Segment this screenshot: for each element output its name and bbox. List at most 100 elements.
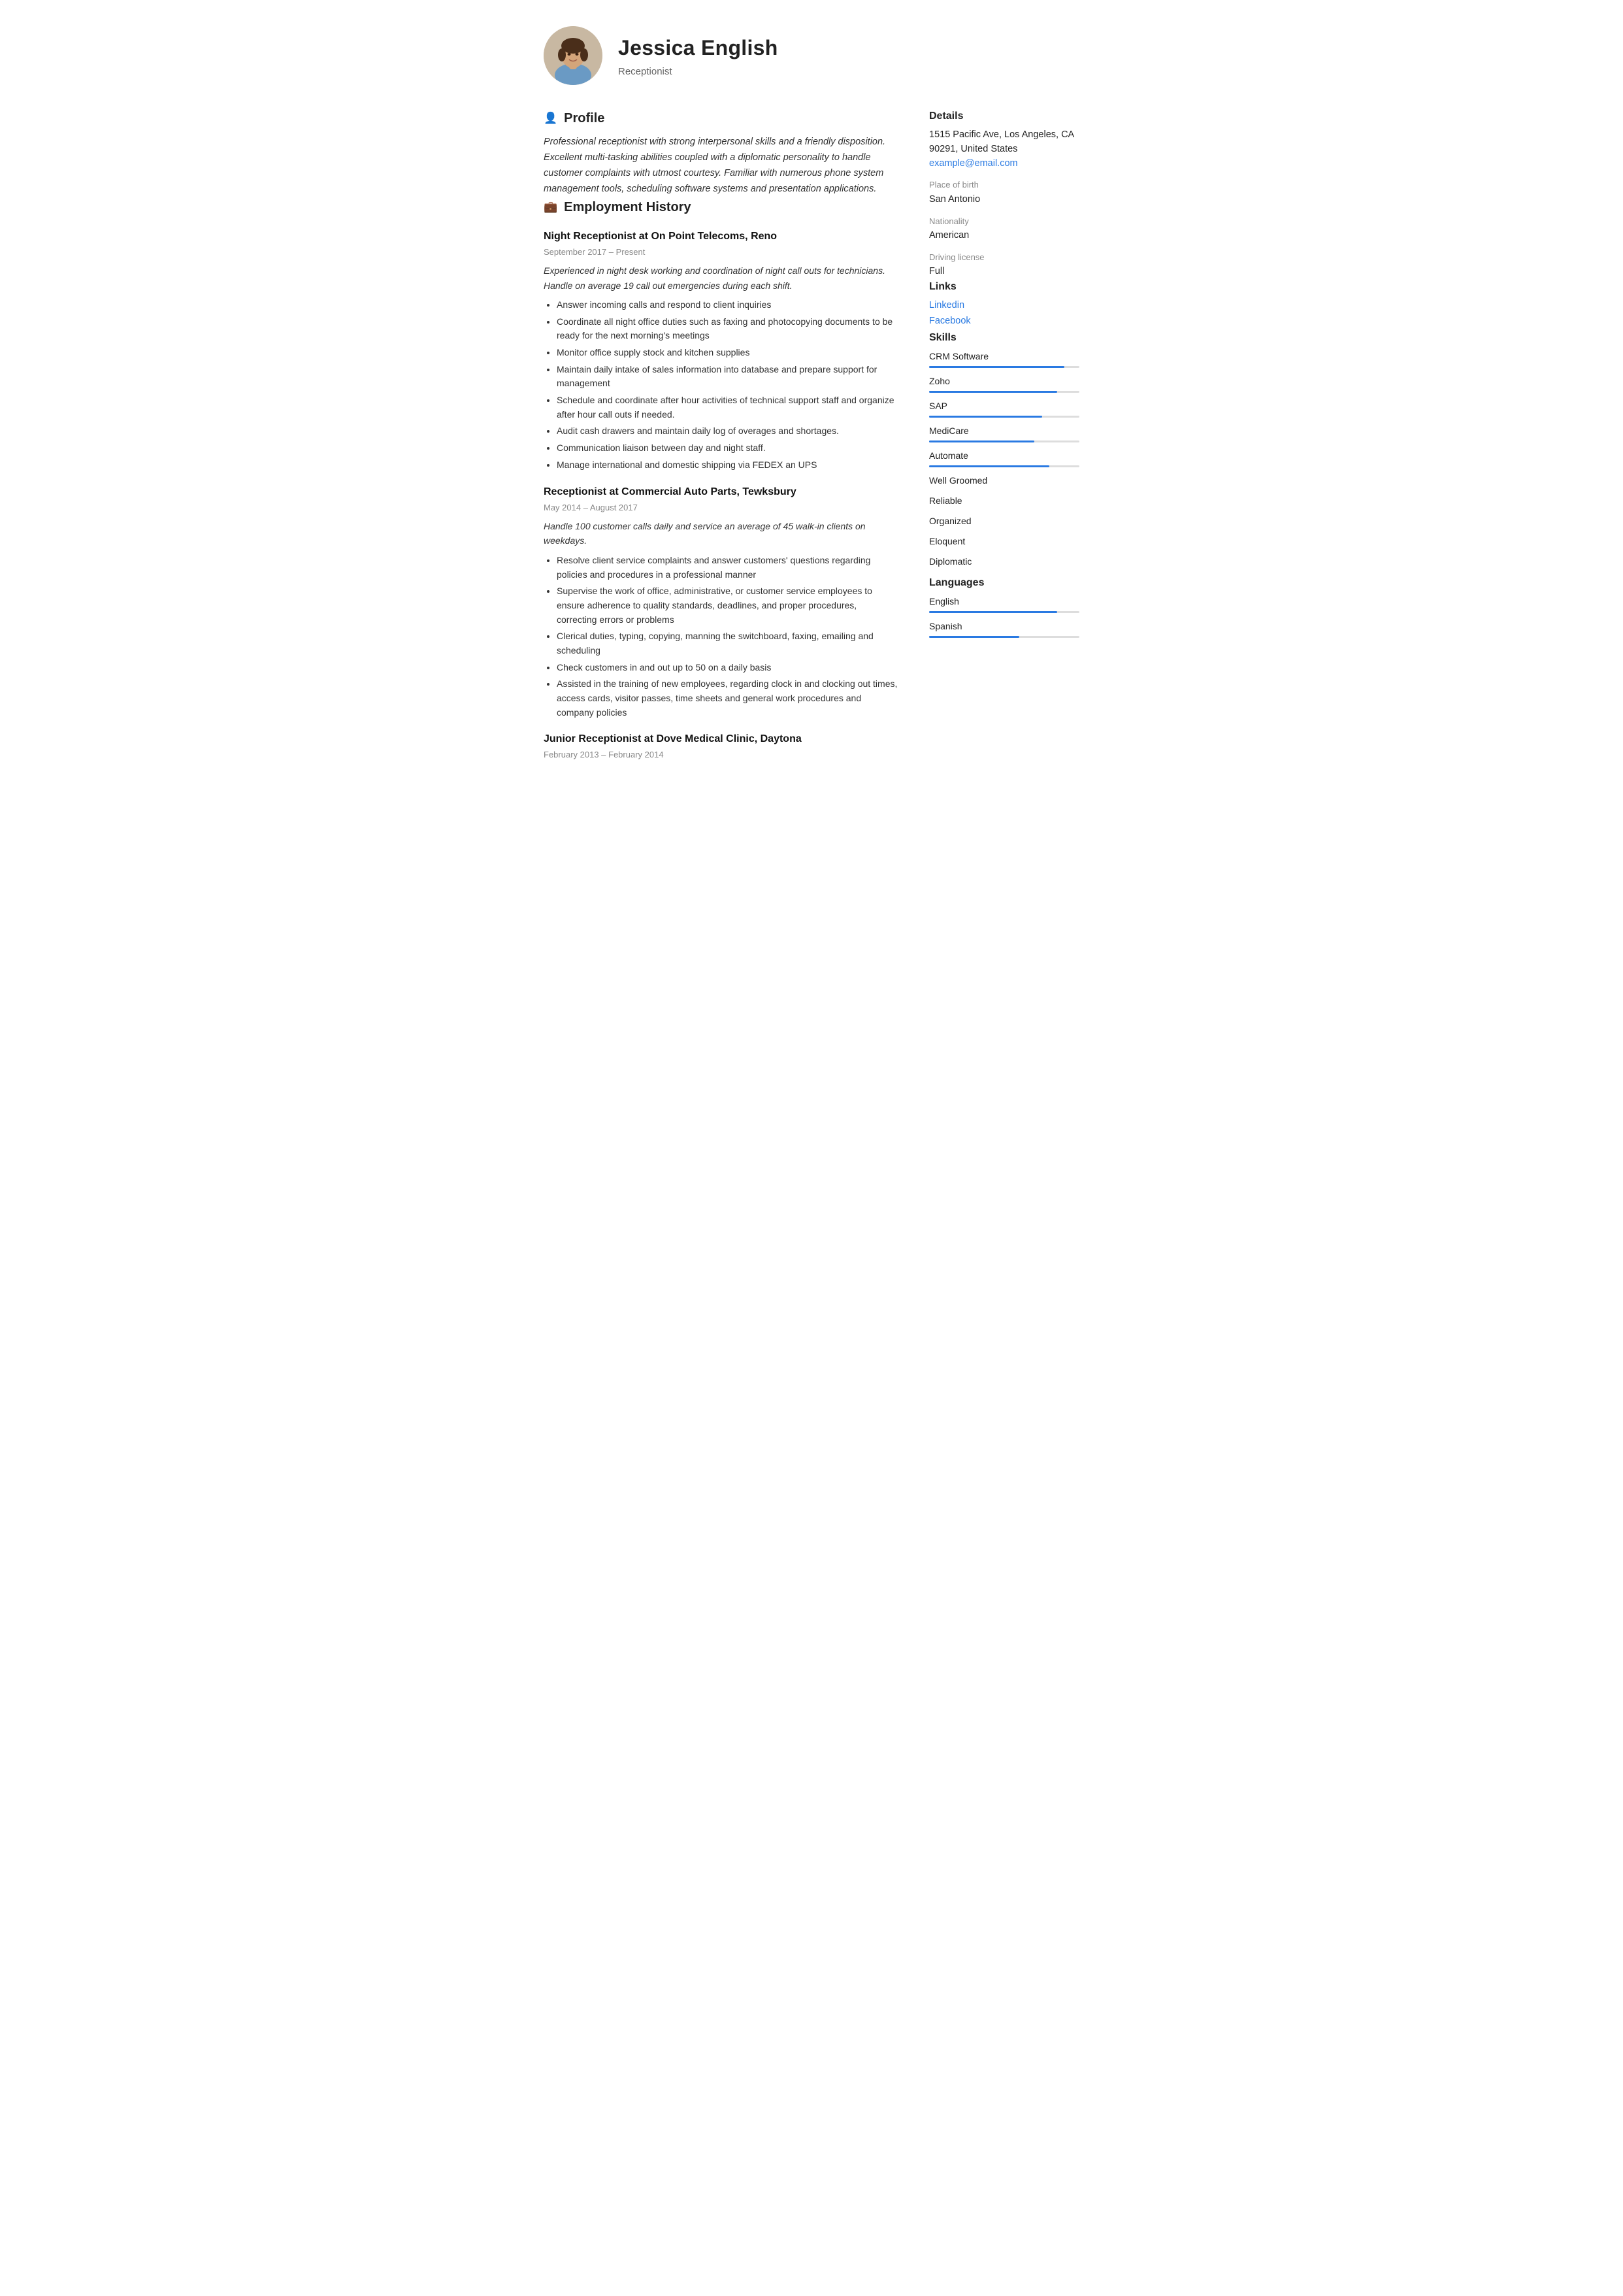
job-entry-2: Receptionist at Commercial Auto Parts, T… (544, 484, 898, 720)
list-item: Check customers in and out up to 50 on a… (557, 661, 898, 675)
links-title: Links (929, 279, 1079, 295)
nationality-label: Nationality (929, 215, 1079, 228)
skill-item: Organized (929, 514, 1079, 528)
details-section: Details 1515 Pacific Ave, Los Angeles, C… (929, 108, 1079, 279)
list-item: Communication liaison between day and ni… (557, 441, 898, 456)
skill-name: Reliable (929, 494, 1079, 508)
employment-icon: 💼 (544, 199, 557, 216)
avatar (544, 26, 602, 85)
list-item: Clerical duties, typing, copying, mannin… (557, 629, 898, 657)
resume-wrapper: Jessica English Receptionist 👤 Profile P… (517, 0, 1106, 793)
job-entry-3: Junior Receptionist at Dove Medical Clin… (544, 731, 898, 761)
job-summary-1: Experienced in night desk working and co… (544, 263, 898, 293)
profile-icon: 👤 (544, 110, 557, 127)
language-name: Spanish (929, 620, 1079, 633)
lang-bar-fill (929, 611, 1057, 613)
job-title-3: Junior Receptionist at Dove Medical Clin… (544, 731, 898, 747)
driving-license-label: Driving license (929, 251, 1079, 264)
candidate-subtitle: Receptionist (618, 65, 778, 80)
skill-bar-fill (929, 441, 1034, 442)
profile-section-title: 👤 Profile (544, 108, 898, 128)
link-linkedin[interactable]: Linkedin (929, 299, 1079, 313)
job-dates-1: September 2017 – Present (544, 246, 898, 259)
lang-bar-fill (929, 636, 1019, 638)
skill-name: Well Groomed (929, 474, 1079, 488)
skill-bar-bg (929, 366, 1079, 368)
lang-bar-bg (929, 636, 1079, 638)
job-title-1: Night Receptionist at On Point Telecoms,… (544, 229, 898, 244)
list-item: Answer incoming calls and respond to cli… (557, 298, 898, 312)
skill-name: MediCare (929, 424, 1079, 438)
profile-text: Professional receptionist with strong in… (544, 135, 898, 197)
header-info: Jessica English Receptionist (618, 32, 778, 80)
languages-list: English Spanish (929, 595, 1079, 638)
list-item: Coordinate all night office duties such … (557, 315, 898, 343)
skill-bar-fill (929, 391, 1057, 393)
side-column: Details 1515 Pacific Ave, Los Angeles, C… (929, 108, 1079, 767)
list-item: Assisted in the training of new employee… (557, 677, 898, 720)
skill-bar-fill (929, 416, 1042, 418)
details-title: Details (929, 108, 1079, 124)
employment-section: 💼 Employment History Night Receptionist … (544, 197, 898, 761)
skill-bar-bg (929, 391, 1079, 393)
skill-name: Organized (929, 514, 1079, 528)
language-item: Spanish (929, 620, 1079, 638)
job-dates-2: May 2014 – August 2017 (544, 501, 898, 514)
list-item: Supervise the work of office, administra… (557, 584, 898, 627)
links-section: Links Linkedin Facebook (929, 279, 1079, 329)
language-name: English (929, 595, 1079, 608)
list-item: Schedule and coordinate after hour activ… (557, 393, 898, 422)
skill-item: SAP (929, 399, 1079, 418)
body-columns: 👤 Profile Professional receptionist with… (544, 108, 1079, 767)
skill-bar-fill (929, 465, 1049, 467)
skill-name: SAP (929, 399, 1079, 413)
skill-item: Diplomatic (929, 555, 1079, 569)
skill-bar-bg (929, 416, 1079, 418)
skill-item: Reliable (929, 494, 1079, 508)
job-bullets-1: Answer incoming calls and respond to cli… (544, 298, 898, 473)
list-item: Audit cash drawers and maintain daily lo… (557, 424, 898, 439)
employment-section-title: 💼 Employment History (544, 197, 898, 217)
main-column: 👤 Profile Professional receptionist with… (544, 108, 898, 767)
link-facebook[interactable]: Facebook (929, 314, 1079, 329)
skill-name: CRM Software (929, 350, 1079, 363)
header: Jessica English Receptionist (544, 26, 1079, 85)
list-item: Maintain daily intake of sales informati… (557, 363, 898, 391)
detail-address: 1515 Pacific Ave, Los Angeles, CA 90291,… (929, 128, 1079, 157)
skill-name: Automate (929, 449, 1079, 463)
skills-title: Skills (929, 330, 1079, 346)
skills-list: CRM Software Zoho SAP MediCare (929, 350, 1079, 569)
skill-item: MediCare (929, 424, 1079, 442)
job-summary-2: Handle 100 customer calls daily and serv… (544, 519, 898, 548)
job-entry-1: Night Receptionist at On Point Telecoms,… (544, 229, 898, 473)
skill-bar-bg (929, 441, 1079, 442)
skill-item: Eloquent (929, 535, 1079, 548)
profile-section: 👤 Profile Professional receptionist with… (544, 108, 898, 197)
languages-title: Languages (929, 575, 1079, 591)
languages-section: Languages English Spanish (929, 575, 1079, 638)
job-dates-3: February 2013 – February 2014 (544, 748, 898, 761)
place-of-birth-label: Place of birth (929, 178, 1079, 191)
detail-place-of-birth: San Antonio (929, 193, 1079, 207)
skill-item: Well Groomed (929, 474, 1079, 488)
detail-driving-license: Full (929, 265, 1079, 279)
skill-item: Automate (929, 449, 1079, 467)
language-item: English (929, 595, 1079, 613)
candidate-name: Jessica English (618, 32, 778, 63)
list-item: Monitor office supply stock and kitchen … (557, 346, 898, 360)
skill-name: Zoho (929, 374, 1079, 388)
detail-email: example@email.com (929, 157, 1079, 171)
list-item: Manage international and domestic shippi… (557, 458, 898, 473)
job-title-2: Receptionist at Commercial Auto Parts, T… (544, 484, 898, 500)
skills-section: Skills CRM Software Zoho SAP MediCare (929, 330, 1079, 569)
skill-item: CRM Software (929, 350, 1079, 368)
skill-item: Zoho (929, 374, 1079, 393)
detail-nationality: American (929, 229, 1079, 243)
skill-name: Diplomatic (929, 555, 1079, 569)
list-item: Resolve client service complaints and an… (557, 554, 898, 582)
skill-bar-fill (929, 366, 1064, 368)
skill-name: Eloquent (929, 535, 1079, 548)
skill-bar-bg (929, 465, 1079, 467)
job-bullets-2: Resolve client service complaints and an… (544, 554, 898, 720)
lang-bar-bg (929, 611, 1079, 613)
